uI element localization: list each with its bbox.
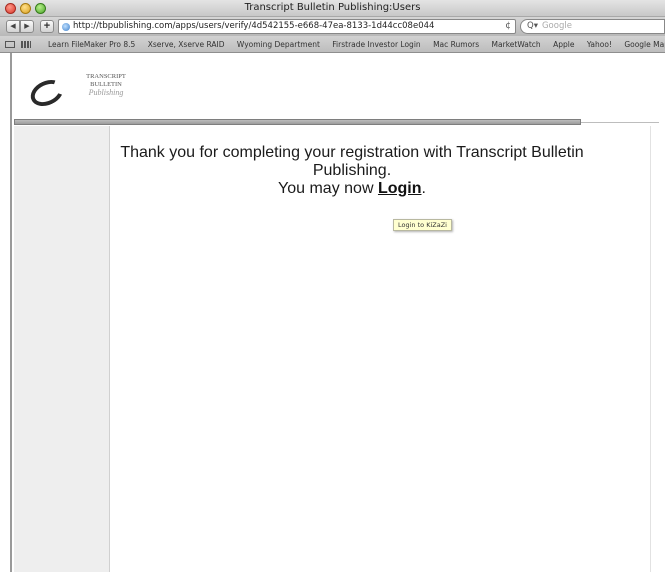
left-sidebar: [14, 126, 110, 572]
site-logo[interactable]: TRANSCRIPT BULLETIN Publishing: [26, 71, 140, 116]
bookmark-item[interactable]: Learn FileMaker Pro 8.5: [48, 40, 135, 49]
bookmark-item[interactable]: Apple: [553, 40, 574, 49]
logo-line-3: Publishing: [88, 88, 124, 97]
swirl-logo-icon: [26, 74, 68, 112]
add-bookmark-button[interactable]: +: [40, 20, 54, 33]
search-icon: Q▾: [527, 21, 538, 31]
top-sites-grid-icon[interactable]: [21, 41, 31, 48]
window-title: Transcript Bulletin Publishing:Users: [244, 2, 421, 13]
registration-message: Thank you for completing your registrati…: [112, 144, 592, 198]
bookmark-item[interactable]: Google Maps: [624, 40, 665, 49]
header-divider: [14, 119, 581, 125]
content-right-border: [650, 126, 651, 572]
browser-toolbar: ◀ ▶ + http://tbpublishing.com/apps/users…: [0, 17, 665, 36]
bookmark-item[interactable]: Firstrade Investor Login: [332, 40, 420, 49]
logo-line-1: TRANSCRIPT: [86, 73, 126, 80]
bookmark-item[interactable]: Wyoming Department: [237, 40, 320, 49]
back-button[interactable]: ◀: [6, 20, 20, 33]
login-prompt-prefix: You may now: [278, 180, 378, 197]
login-prompt: You may now Login.: [112, 180, 592, 198]
header-divider-line: [581, 122, 659, 123]
book-icon[interactable]: [5, 41, 15, 48]
logo-text: TRANSCRIPT BULLETIN Publishing: [76, 73, 136, 97]
address-bar[interactable]: http://tbpublishing.com/apps/users/verif…: [58, 19, 516, 34]
bookmark-item[interactable]: Xserve, Xserve RAID: [148, 40, 225, 49]
search-input[interactable]: Q▾ Google: [520, 19, 665, 34]
window-left-edge: [0, 53, 12, 572]
login-tooltip: Login to KiZaZi: [393, 219, 452, 231]
bookmark-item[interactable]: MarketWatch: [492, 40, 541, 49]
thank-you-text: Thank you for completing your registrati…: [120, 144, 584, 179]
search-placeholder: Google: [541, 21, 572, 31]
bookmark-item[interactable]: Yahoo!: [587, 40, 612, 49]
web-page: TRANSCRIPT BULLETIN Publishing Thank you…: [0, 53, 665, 572]
globe-icon: [62, 23, 70, 31]
bookmarks-bar: Learn FileMaker Pro 8.5 Xserve, Xserve R…: [0, 36, 665, 53]
forward-button[interactable]: ▶: [20, 20, 34, 33]
reload-icon[interactable]: ¢: [505, 20, 511, 33]
window-titlebar: Transcript Bulletin Publishing:Users: [0, 0, 665, 17]
address-bar-url: http://tbpublishing.com/apps/users/verif…: [73, 21, 435, 31]
login-link[interactable]: Login: [378, 180, 422, 197]
bookmark-item[interactable]: Mac Rumors: [433, 40, 479, 49]
bookmark-items: Learn FileMaker Pro 8.5 Xserve, Xserve R…: [48, 36, 665, 52]
login-prompt-suffix: .: [421, 180, 426, 197]
